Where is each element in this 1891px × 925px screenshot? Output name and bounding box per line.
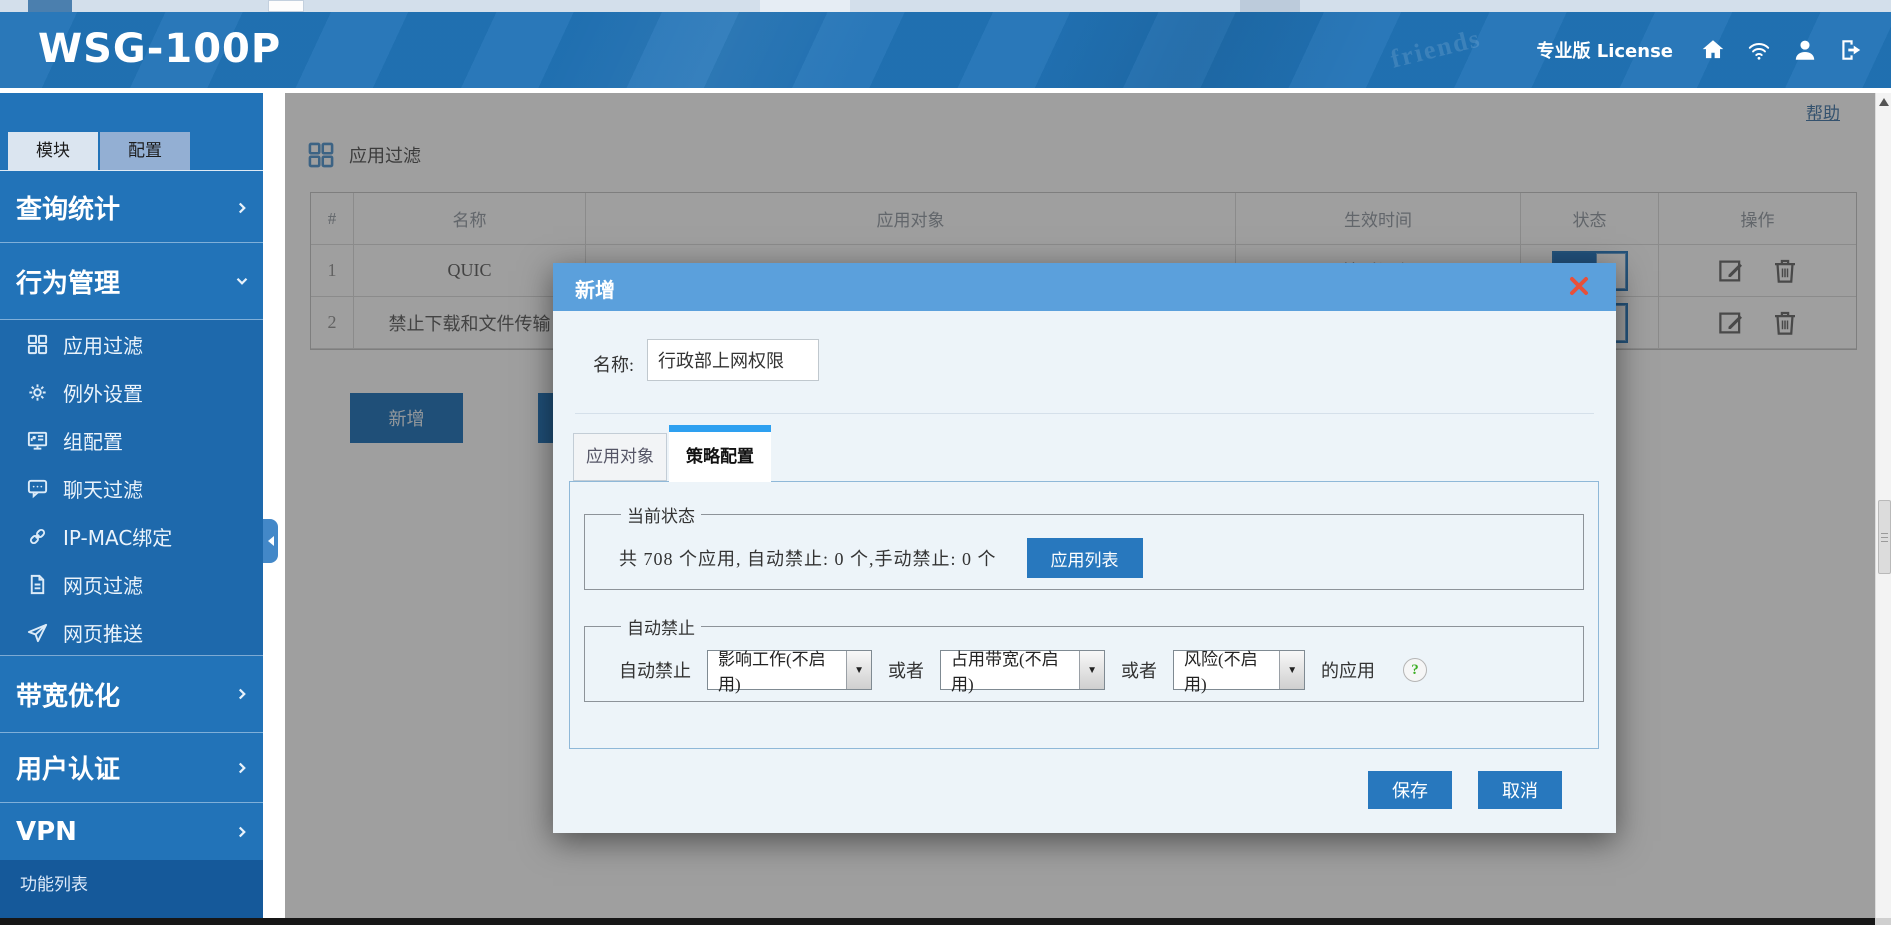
chevron-right-icon [233,199,251,217]
window-bottom-edge [0,918,1875,925]
work-impact-select-value: 影响工作(不启用) [708,651,846,689]
current-status-group: 当前状态 共 708 个应用, 自动禁止: 0 个,手动禁止: 0 个 应用列表 [584,502,1584,590]
group-icon [26,429,49,452]
scrollbar-thumb[interactable] [1878,500,1891,574]
app-logo: WSG-100P [38,26,281,72]
grid-icon [26,333,49,356]
app-header: friends WSG-100P 专业版 License [0,12,1891,88]
app-list-button[interactable]: 应用列表 [1027,538,1143,578]
dialog-header: 新增 [553,263,1616,311]
chevron-left-icon [267,535,275,547]
sidebar-item-bandwidth[interactable]: 带宽优化 [0,656,263,733]
sidebar-item-ip-mac-binding[interactable]: IP-MAC绑定 [0,512,263,560]
sidebar-item-exceptions[interactable]: 例外设置 [0,368,263,416]
bandwidth-select-value: 占用带宽(不启用) [941,651,1079,689]
sidebar-item-label: 查询统计 [0,189,120,226]
sidebar-item-query-stats[interactable]: 查询统计 [0,173,263,243]
keyboard-key-decor [1240,0,1300,12]
sidebar-item-vpn[interactable]: VPN [0,803,263,860]
chevron-right-icon [233,685,251,703]
page: friends WSG-100P 专业版 License 模块 配置 [0,0,1891,925]
license-label: 专业版 License [1536,37,1673,63]
sidebar-item-label: 组配置 [63,426,123,455]
page-scrollbar[interactable] [1875,93,1891,918]
link-icon [26,525,49,548]
sidebar-item-user-auth[interactable]: 用户认证 [0,733,263,803]
sidebar-item-label: 聊天过滤 [63,474,143,503]
sidebar-item-chat-filter[interactable]: 聊天过滤 [0,464,263,512]
chevron-right-icon [233,759,251,777]
close-icon[interactable] [1568,275,1592,299]
keyboard-key-decor [268,0,304,12]
sidebar-item-label: 带宽优化 [0,676,120,713]
page-icon [26,573,49,596]
auto-forbid-legend: 自动禁止 [621,614,701,639]
sidebar-item-label: 用户认证 [0,749,120,786]
keyboard-photo-strip [0,0,1891,12]
sidebar-item-web-push[interactable]: 网页推送 [0,608,263,656]
scroll-up-button[interactable] [1876,93,1891,111]
sidebar-tab-config[interactable]: 配置 [100,132,190,170]
help-icon[interactable]: ? [1403,658,1427,682]
chevron-down-icon: ▼ [1279,651,1304,689]
sidebar-item-label: 网页推送 [63,618,143,647]
sidebar-item-behavior-mgmt[interactable]: 行为管理 [0,243,263,320]
sidebar-item-label: 例外设置 [63,378,143,407]
chevron-down-icon: ▼ [1079,651,1104,689]
behavior-submenu: 应用过滤 例外设置 组配置 聊天过滤 [0,320,263,656]
risk-select[interactable]: 风险(不启用) ▼ [1173,650,1305,690]
policy-config-panel: 当前状态 共 708 个应用, 自动禁止: 0 个,手动禁止: 0 个 应用列表… [569,481,1599,749]
sidebar-item-web-filter[interactable]: 网页过滤 [0,560,263,608]
current-status-legend: 当前状态 [621,502,701,527]
scrollbar-corner [1875,918,1891,925]
add-dialog: 新增 名称: 应用对象 策略配置 当前状态 共 708 个应用, 自动禁止: 0… [553,263,1616,833]
send-icon [26,621,49,644]
sidebar-item-app-filter[interactable]: 应用过滤 [0,320,263,368]
sidebar-footer-function-list[interactable]: 功能列表 [0,860,263,918]
sidebar-item-label: VPN [0,817,77,847]
keyboard-key-decor [28,0,72,12]
header-actions: 专业版 License [1536,12,1865,88]
tabs-underline [0,170,263,171]
sidebar-item-label: IP-MAC绑定 [63,522,172,551]
or-label: 或者 [1121,657,1157,683]
bandwidth-select[interactable]: 占用带宽(不启用) ▼ [940,650,1105,690]
tab-app-target[interactable]: 应用对象 [573,433,667,481]
apps-suffix-label: 的应用 [1321,657,1375,683]
sidebar-item-label: 行为管理 [0,263,120,300]
home-icon[interactable] [1699,36,1727,64]
app-count-summary: 共 708 个应用, 自动禁止: 0 个,手动禁止: 0 个 [619,545,997,571]
sidebar-item-group-config[interactable]: 组配置 [0,416,263,464]
sidebar-collapse-handle[interactable] [263,519,278,563]
gear-icon [26,381,49,404]
or-label: 或者 [888,657,924,683]
auto-forbid-group: 自动禁止 自动禁止 影响工作(不启用) ▼ 或者 占用带宽(不启用) ▼ 或者 … [584,614,1584,702]
work-impact-select[interactable]: 影响工作(不启用) ▼ [707,650,872,690]
logout-icon[interactable] [1837,36,1865,64]
risk-select-value: 风险(不启用) [1174,651,1279,689]
dialog-title: 新增 [575,274,615,303]
cancel-button[interactable]: 取消 [1478,771,1562,809]
save-button[interactable]: 保存 [1368,771,1452,809]
auto-forbid-label: 自动禁止 [619,657,691,683]
wifi-icon[interactable] [1745,36,1773,64]
keyboard-key-decor [760,0,850,12]
name-label: 名称: [593,351,634,377]
sidebar: 模块 配置 查询统计 行为管理 应用过滤 [0,93,263,918]
sidebar-item-label: 网页过滤 [63,570,143,599]
user-icon[interactable] [1791,36,1819,64]
chevron-down-icon [233,272,251,290]
tab-policy-config[interactable]: 策略配置 [669,425,771,482]
sidebar-tab-modules[interactable]: 模块 [8,132,98,170]
sidebar-item-label: 应用过滤 [63,330,143,359]
chat-icon [26,477,49,500]
keyboard-watermark: friends [1388,23,1485,74]
section-divider [575,413,1594,414]
name-input[interactable] [647,339,819,381]
chevron-down-icon: ▼ [846,651,871,689]
chevron-right-icon [233,823,251,841]
